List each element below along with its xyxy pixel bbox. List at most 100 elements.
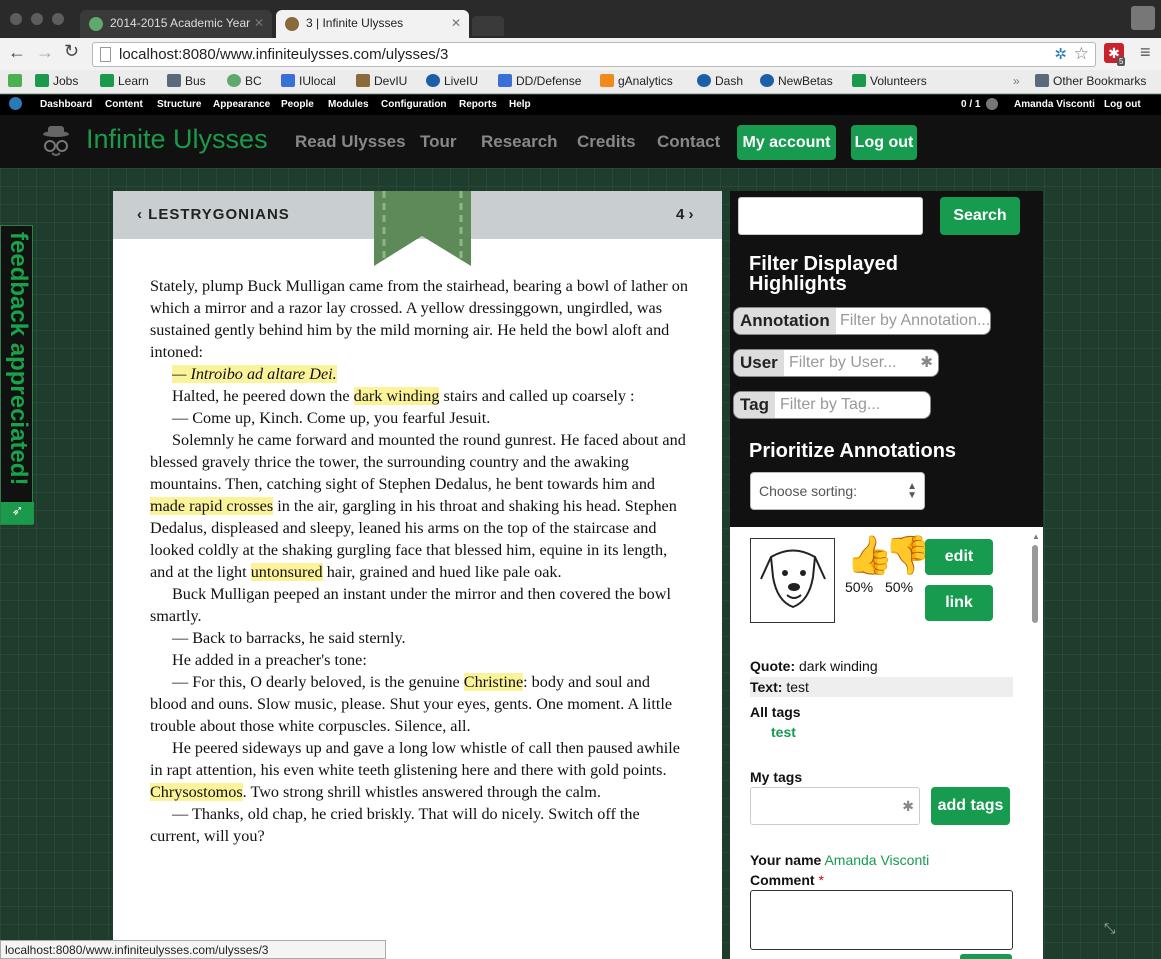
highlight[interactable]: — Introibo ad altare Dei. bbox=[172, 365, 337, 383]
autocomplete-icon: ✱ bbox=[902, 798, 914, 814]
paragraph: — Come up, Kinch. Come up, you fearful J… bbox=[172, 409, 491, 427]
filter-label: Tag bbox=[734, 392, 775, 418]
admin-people[interactable]: People bbox=[281, 99, 314, 110]
bookmark-ribbon-icon[interactable] bbox=[374, 191, 471, 266]
other-bookmarks[interactable]: Other Bookmarks bbox=[1035, 74, 1146, 88]
bookmark-bc[interactable]: BC bbox=[227, 74, 262, 88]
admin-configuration[interactable]: Configuration bbox=[381, 99, 447, 110]
admin-dashboard[interactable]: Dashboard bbox=[40, 99, 92, 110]
admin-reports[interactable]: Reports bbox=[459, 99, 497, 110]
close-tab-icon[interactable]: ✕ bbox=[451, 16, 461, 30]
upvote-percent: 50% bbox=[845, 579, 874, 595]
menu-research[interactable]: Research bbox=[481, 132, 558, 152]
extension-badge: 5 bbox=[1117, 57, 1126, 66]
highlight[interactable]: made rapid crosses bbox=[150, 497, 274, 515]
link-button[interactable]: link bbox=[925, 585, 993, 621]
highlight[interactable]: Chrysostomos bbox=[150, 783, 243, 801]
reload-icon[interactable]: ↻ bbox=[64, 41, 79, 62]
bookmark-dd-defense[interactable]: DD/Defense bbox=[498, 74, 581, 88]
highlight[interactable]: Christine bbox=[463, 673, 524, 691]
close-window-icon[interactable] bbox=[10, 13, 22, 25]
scrollbar-thumb[interactable] bbox=[1032, 545, 1038, 623]
filter-user[interactable]: User Filter by User... ✱ bbox=[733, 349, 939, 377]
my-account-button[interactable]: My account bbox=[737, 125, 836, 160]
search-button[interactable]: Search bbox=[940, 197, 1020, 235]
admin-logout[interactable]: Log out bbox=[1104, 99, 1141, 110]
drop-icon bbox=[697, 74, 711, 87]
search-input[interactable] bbox=[738, 197, 923, 235]
forward-arrow-icon[interactable]: → bbox=[36, 42, 54, 63]
extension-network-icon[interactable]: ✲ bbox=[1054, 45, 1067, 63]
maximize-window-icon[interactable] bbox=[52, 13, 64, 25]
text-value: test bbox=[786, 679, 809, 695]
drop-icon bbox=[426, 74, 440, 87]
resize-icon: ⤡ bbox=[1104, 920, 1116, 936]
minimize-window-icon[interactable] bbox=[31, 13, 43, 25]
bookmark-jobs[interactable]: Jobs bbox=[35, 74, 78, 88]
filter-tag[interactable]: Tag Filter by Tag... bbox=[733, 391, 931, 419]
analytics-icon bbox=[600, 74, 614, 87]
browser-tab-academic-year[interactable]: 2014-2015 Academic Year ✕ bbox=[80, 10, 272, 38]
log-out-button[interactable]: Log out bbox=[851, 125, 917, 160]
drupal-icon[interactable] bbox=[8, 74, 22, 87]
filter-placeholder: Filter by Annotation... bbox=[840, 312, 991, 329]
menu-tour[interactable]: Tour bbox=[420, 132, 457, 152]
back-arrow-icon[interactable]: ← bbox=[8, 42, 26, 63]
site-name[interactable]: Infinite Ulysses bbox=[86, 124, 268, 155]
page-icon bbox=[100, 47, 111, 62]
bookmark-newbetas[interactable]: NewBetas bbox=[760, 74, 833, 88]
drupal-home-icon[interactable] bbox=[9, 97, 22, 110]
edit-button[interactable]: edit bbox=[925, 539, 993, 575]
bookmark-liveiu[interactable]: LiveIU bbox=[426, 74, 478, 88]
admin-user-name[interactable]: Amanda Visconti bbox=[1014, 99, 1095, 110]
new-tab-button[interactable] bbox=[472, 16, 504, 36]
admin-appearance[interactable]: Appearance bbox=[213, 99, 270, 110]
highlight[interactable]: dark winding bbox=[353, 387, 440, 405]
highlight[interactable]: untonsured bbox=[250, 563, 323, 581]
users-online-counter: 0 / 1 bbox=[961, 99, 981, 110]
browser-tab-infinite-ulysses[interactable]: 3 | Infinite Ulysses ✕ bbox=[276, 10, 469, 38]
bookmark-learn[interactable]: Learn bbox=[100, 74, 149, 88]
bookmark-star-icon[interactable]: ☆ bbox=[1074, 44, 1089, 64]
bookmark-bus[interactable]: Bus bbox=[167, 74, 206, 88]
tab-title: 2014-2015 Academic Year bbox=[110, 16, 251, 30]
more-bookmarks-chevron-icon[interactable]: » bbox=[1013, 74, 1020, 88]
chrome-menu-icon[interactable]: ≡ bbox=[1140, 42, 1151, 63]
site-logo-icon[interactable] bbox=[40, 124, 72, 158]
menu-credits[interactable]: Credits bbox=[577, 132, 636, 152]
feedback-tab[interactable]: feedback appreciated! ➶ bbox=[0, 225, 34, 525]
filter-label: Annotation bbox=[734, 308, 836, 334]
comment-textarea[interactable] bbox=[750, 890, 1013, 950]
bookmark-ganalytics[interactable]: gAnalytics bbox=[600, 74, 673, 88]
paragraph: — Back to barracks, he said sternly. bbox=[172, 629, 406, 647]
add-tags-button[interactable]: add tags bbox=[931, 787, 1010, 825]
bookmark-dash[interactable]: Dash bbox=[697, 74, 743, 88]
tag-link[interactable]: test bbox=[771, 724, 796, 740]
ulysses-icon bbox=[356, 74, 370, 87]
menu-read-ulysses[interactable]: Read Ulysses bbox=[295, 132, 406, 152]
bookmark-volunteers[interactable]: Volunteers bbox=[852, 74, 927, 88]
filter-annotation[interactable]: Annotation Filter by Annotation... bbox=[733, 307, 991, 335]
menu-contact[interactable]: Contact bbox=[657, 132, 720, 152]
next-chapter-link[interactable]: 4 › bbox=[676, 206, 694, 223]
close-tab-icon[interactable]: ✕ bbox=[254, 16, 264, 30]
submit-button-partial[interactable] bbox=[960, 954, 1012, 959]
sorting-select[interactable]: Choose sorting: ▲ ▼ bbox=[750, 472, 925, 510]
bookmark-deviu[interactable]: DevIU bbox=[356, 74, 407, 88]
prev-chapter-link[interactable]: ‹ LESTRYGONIANS bbox=[137, 206, 290, 223]
profile-icon[interactable] bbox=[1131, 6, 1155, 30]
admin-modules[interactable]: Modules bbox=[328, 99, 369, 110]
my-tags-input[interactable]: ✱ bbox=[750, 787, 920, 825]
admin-structure[interactable]: Structure bbox=[157, 99, 201, 110]
bookmark-iulocal[interactable]: IUlocal bbox=[281, 74, 336, 88]
ulysses-favicon-icon bbox=[285, 17, 299, 31]
your-name-link[interactable]: Amanda Visconti bbox=[824, 852, 929, 868]
admin-content[interactable]: Content bbox=[105, 99, 143, 110]
admin-help[interactable]: Help bbox=[509, 99, 531, 110]
address-bar[interactable]: localhost:8080/www.infiniteulysses.com/u… bbox=[92, 42, 1096, 67]
comment-label: Comment * bbox=[750, 872, 824, 888]
scroll-up-icon[interactable]: ▲ bbox=[1032, 532, 1040, 541]
doc-icon bbox=[498, 74, 512, 87]
cursor-arrow-icon: ➶ bbox=[1, 502, 34, 524]
paragraph: He added in a preacher's tone: bbox=[172, 651, 367, 669]
